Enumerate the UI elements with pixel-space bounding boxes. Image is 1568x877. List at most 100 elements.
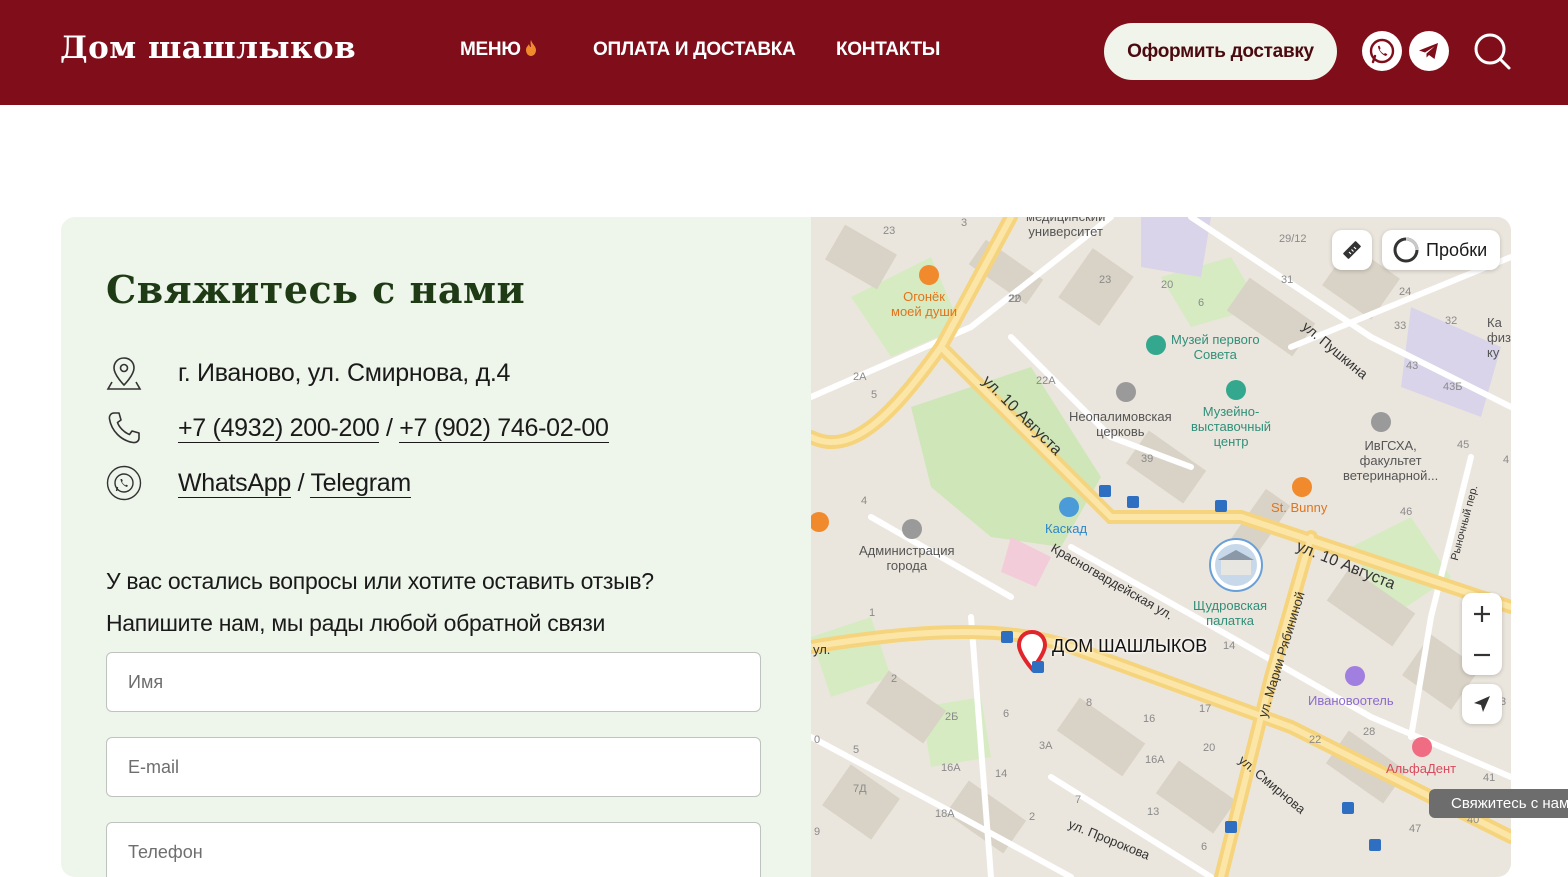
house-number: 20	[1203, 742, 1216, 754]
phone-icon	[106, 410, 142, 446]
plus-icon	[1474, 605, 1490, 622]
poi-label[interactable]: Щудровская палатка	[1193, 598, 1267, 628]
house-number: 22А	[1036, 375, 1056, 387]
phone-link-2[interactable]: +7 (902) 746-02-00	[399, 413, 609, 443]
email-input[interactable]	[107, 738, 760, 796]
feedback-question: У вас остались вопросы или хотите остави…	[106, 560, 654, 644]
whatsapp-button[interactable]	[1362, 31, 1402, 71]
house-number: 28	[1363, 726, 1376, 738]
whatsapp-outline-icon	[106, 465, 142, 501]
phone-link-1[interactable]: +7 (4932) 200-200	[178, 413, 380, 443]
name-field[interactable]	[106, 652, 761, 712]
house-number: 4	[861, 495, 868, 507]
house-number: 0	[814, 734, 821, 746]
house-number: 6	[1201, 841, 1208, 853]
house-number: 43Б	[1443, 381, 1463, 393]
house-number: 23	[883, 225, 896, 237]
messenger-row: WhatsApp / Telegram	[106, 463, 411, 503]
nav-item-contacts[interactable]: КОНТАКТЫ	[836, 39, 940, 61]
poi-label[interactable]: Музейно- выставочный центр	[1191, 404, 1271, 449]
house-number: 39	[1141, 453, 1154, 465]
house-number: 32	[1445, 315, 1458, 327]
traffic-label: Пробки	[1426, 239, 1488, 260]
house-number: 14	[995, 768, 1008, 780]
house-number: 7	[1075, 794, 1082, 806]
address-row: г. Иваново, ул. Смирнова, д.4	[106, 353, 510, 393]
address-text: г. Иваново, ул. Смирнова, д.4	[178, 358, 511, 387]
contact-us-toast[interactable]: Свяжитесь с нами	[1429, 789, 1568, 818]
whatsapp-link[interactable]: WhatsApp	[178, 468, 291, 498]
phone-input[interactable]	[107, 823, 760, 877]
house-number: 2А	[853, 371, 867, 383]
email-field[interactable]	[106, 737, 761, 797]
telegram-button[interactable]	[1409, 31, 1449, 71]
poi-label[interactable]: Администрация города	[859, 543, 955, 573]
search-icon	[1474, 33, 1511, 70]
nav-item-menu[interactable]: МЕНЮ	[460, 39, 537, 61]
house-number: 22	[1008, 293, 1021, 305]
house-number: 16А	[1145, 754, 1165, 766]
poi-label[interactable]: St. Bunny	[1271, 500, 1327, 515]
map-pin-label[interactable]: ДОМ ШАШЛЫКОВ	[1052, 636, 1207, 657]
nav-item-label: МЕНЮ	[460, 39, 521, 60]
whatsapp-icon	[1369, 38, 1395, 64]
house-number: 13	[1147, 806, 1160, 818]
poi-label[interactable]: Музей первого Совета	[1171, 332, 1260, 362]
nav-item-delivery[interactable]: ОПЛАТА И ДОСТАВКА	[593, 39, 796, 61]
house-number: 16	[1143, 713, 1156, 725]
ruler-icon	[1343, 241, 1361, 259]
house-number: 2	[891, 673, 898, 685]
traffic-button[interactable]: Пробки	[1382, 230, 1500, 270]
poi-label[interactable]: Огонёк моей души	[891, 289, 957, 319]
navigation-arrow-icon	[1474, 696, 1490, 712]
contact-panel: Свяжитесь с нами г. Иваново, ул. Смирнов…	[61, 217, 811, 877]
geolocation-button[interactable]	[1462, 684, 1502, 724]
messenger-text: WhatsApp / Telegram	[178, 468, 411, 498]
phone-field[interactable]	[106, 822, 761, 877]
house-number: 29/12	[1279, 233, 1307, 245]
order-delivery-button[interactable]: Оформить доставку	[1104, 23, 1337, 80]
poi-label[interactable]: Ивановоотель	[1308, 693, 1394, 708]
house-number: 8	[1086, 697, 1093, 709]
zoom-in-button[interactable]	[1462, 593, 1502, 634]
house-number: 47	[1409, 823, 1422, 835]
ruler-button[interactable]	[1332, 230, 1372, 270]
house-number: 18А	[935, 808, 955, 820]
house-number: 33	[1394, 320, 1407, 332]
poi-label[interactable]: Каскад	[1045, 521, 1087, 536]
house-number: 23	[1099, 274, 1112, 286]
minus-icon	[1474, 653, 1490, 656]
house-number: 2	[1029, 811, 1036, 823]
house-number: 43	[1406, 360, 1419, 372]
poi-label[interactable]: Ка физ ку	[1487, 315, 1511, 360]
name-input[interactable]	[107, 653, 760, 711]
house-number: 2Б	[945, 711, 959, 723]
fire-icon	[525, 40, 536, 56]
house-number: 14	[1223, 640, 1236, 652]
house-number: 22	[1309, 734, 1322, 746]
traffic-icon	[1393, 237, 1419, 263]
phone-separator: /	[379, 413, 400, 442]
house-number: 3	[961, 217, 968, 229]
poi-label[interactable]: ИвГСХА, факультет ветеринарной...	[1343, 438, 1438, 483]
telegram-link[interactable]: Telegram	[310, 468, 411, 498]
house-number: 5	[871, 389, 878, 401]
search-button[interactable]	[1472, 31, 1512, 71]
house-number: 6	[1198, 297, 1205, 309]
poi-label[interactable]: Неопалимовская церковь	[1069, 409, 1172, 439]
house-number: 5	[853, 744, 860, 756]
site-header: Дом шашлыков МЕНЮ ОПЛАТА И ДОСТАВКА КОНТ…	[0, 0, 1568, 105]
site-logo[interactable]: Дом шашлыков	[60, 30, 356, 66]
zoom-out-button[interactable]	[1462, 634, 1502, 675]
street-label: ул.	[813, 642, 831, 657]
house-number: 17	[1199, 703, 1212, 715]
phone-text: +7 (4932) 200-200 / +7 (902) 746-02-00	[178, 413, 609, 443]
poi-label[interactable]: медицинский университет	[1026, 217, 1105, 239]
house-number: 3А	[1039, 740, 1053, 752]
telegram-icon	[1419, 43, 1438, 59]
phone-row: +7 (4932) 200-200 / +7 (902) 746-02-00	[106, 408, 609, 448]
map-widget[interactable]: ул. 10 Августа ул. 10 Августа ул. Пушкин…	[811, 217, 1511, 877]
poi-label[interactable]: АльфаДент	[1386, 761, 1456, 776]
house-number: 20	[1161, 279, 1174, 291]
house-number: 46	[1400, 506, 1413, 518]
